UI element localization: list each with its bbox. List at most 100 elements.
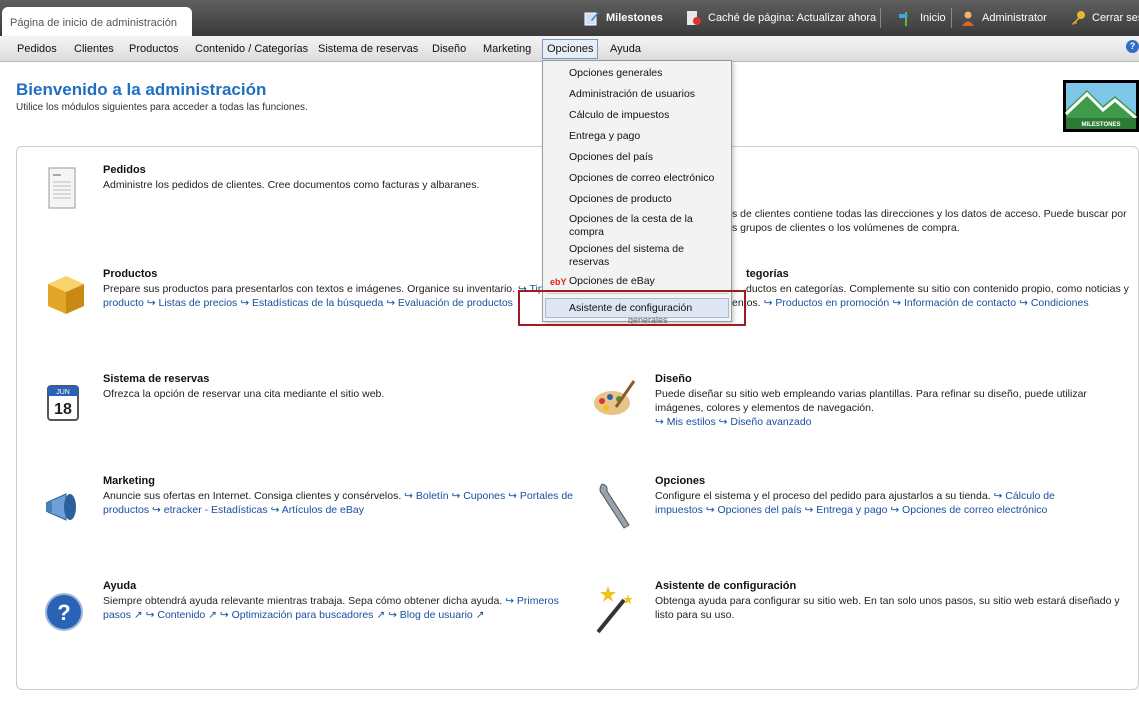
home-signpost-icon bbox=[899, 12, 908, 26]
calendar-icon: JUN 18 bbox=[46, 382, 80, 425]
module-marketing: Marketing Anuncie sus ofertas en Interne… bbox=[103, 475, 573, 517]
user-account-link[interactable]: Administrator bbox=[960, 10, 1047, 26]
module-productos-desc: Prepare sus productos para presentarlos … bbox=[103, 283, 516, 295]
svg-text:MILESTONES: MILESTONES bbox=[1082, 122, 1121, 128]
mountain-logo-icon: MILESTONES bbox=[1064, 83, 1137, 129]
module-clientes-desc-1: s de clientes contiene todas las direcci… bbox=[732, 208, 1127, 220]
dropdown-administracion-usuarios[interactable]: Administración de usuarios bbox=[569, 88, 695, 100]
module-diseno-desc-1: Puede diseñar su sitio web empleando var… bbox=[655, 388, 1087, 400]
link-evaluacion-productos[interactable]: ↪ Evaluación de productos bbox=[386, 297, 513, 309]
module-pedidos-desc: Administre los pedidos de clientes. Cree… bbox=[103, 179, 480, 191]
breadcrumb-label: Página de inicio de administración bbox=[10, 17, 177, 29]
link-blog-de-usuario[interactable]: ↪ Blog de usuario ↗ bbox=[388, 609, 484, 621]
module-pedidos-title[interactable]: Pedidos bbox=[103, 164, 543, 176]
link-calculo-de-impuestos[interactable]: ↪ Cálculo de bbox=[994, 490, 1055, 502]
module-contenido-title[interactable]: tegorías bbox=[746, 268, 1106, 280]
link-portales-de-productos[interactable]: ↪ Portales de bbox=[508, 490, 573, 502]
module-marketing-title[interactable]: Marketing bbox=[103, 475, 573, 487]
link-contenido[interactable]: ↪ Contenido ↗ bbox=[146, 609, 217, 621]
menu-contenido-categorias[interactable]: Contenido / Categorías bbox=[195, 43, 308, 55]
link-cupones[interactable]: ↪ Cupones bbox=[452, 490, 506, 502]
user-icon bbox=[962, 11, 974, 26]
top-bar: Página de inicio de administración Miles… bbox=[0, 0, 1139, 36]
module-ayuda-title[interactable]: Ayuda bbox=[103, 580, 573, 592]
shop-name-link[interactable]: Milestones bbox=[584, 10, 663, 26]
module-ayuda: Ayuda Siempre obtendrá ayuda relevante m… bbox=[103, 580, 573, 622]
breadcrumb-tab[interactable]: Página de inicio de administración bbox=[2, 7, 192, 36]
milestones-logo: MILESTONES bbox=[1063, 80, 1139, 132]
menu-sistema-de-reservas[interactable]: Sistema de reservas bbox=[318, 43, 418, 55]
link-opciones-correo[interactable]: ↪ Opciones de correo electrónico bbox=[890, 504, 1047, 516]
dropdown-opciones-producto[interactable]: Opciones de producto bbox=[569, 193, 672, 205]
module-diseno-title[interactable]: Diseño bbox=[655, 373, 1095, 385]
link-etracker[interactable]: ↪ etracker - Estadísticas bbox=[152, 504, 268, 516]
link-impuestos[interactable]: impuestos bbox=[655, 504, 703, 516]
link-productos-en-promocion[interactable]: ↪ Productos en promoción bbox=[764, 297, 890, 309]
link-opciones-del-pais[interactable]: ↪ Opciones del país bbox=[706, 504, 802, 516]
link-productos[interactable]: productos bbox=[103, 504, 149, 516]
link-informacion-de-contacto[interactable]: ↪ Información de contacto bbox=[892, 297, 1016, 309]
dropdown-opciones-ebay[interactable]: Opciones de eBay bbox=[569, 275, 655, 287]
dropdown-opciones-generales[interactable]: Opciones generales bbox=[569, 67, 662, 79]
dropdown-opciones-del-pais[interactable]: Opciones del país bbox=[569, 151, 653, 163]
module-contenido-links: entos. ↪ Productos en promoción ↪ Inform… bbox=[732, 296, 1132, 310]
dropdown-opciones-cesta[interactable]: Opciones de la cesta de la compra bbox=[569, 213, 709, 239]
link-entrega-y-pago[interactable]: ↪ Entrega y pago bbox=[804, 504, 887, 516]
key-icon bbox=[1072, 11, 1085, 25]
home-link[interactable]: Inicio bbox=[898, 10, 946, 26]
wrench-icon bbox=[596, 480, 632, 535]
menu-ayuda[interactable]: Ayuda bbox=[610, 43, 641, 55]
menu-diseno[interactable]: Diseño bbox=[432, 43, 466, 55]
link-pasos[interactable]: pasos ↗ bbox=[103, 609, 143, 621]
module-productos-title[interactable]: Productos bbox=[103, 268, 543, 280]
module-asistente: Asistente de configuración Obtenga ayuda… bbox=[655, 580, 1125, 622]
module-reservas-desc: Ofrezca la opción de reservar una cita m… bbox=[103, 388, 385, 400]
module-contenido-desc-1: ductos en categorías. Complemente su sit… bbox=[746, 283, 1129, 295]
module-reservas: Sistema de reservas Ofrezca la opción de… bbox=[103, 373, 543, 401]
module-opciones-desc: Configure el sistema y el proceso del pe… bbox=[655, 490, 991, 502]
link-producto[interactable]: producto bbox=[103, 297, 144, 309]
ebay-logo-icon: ebY bbox=[550, 277, 567, 287]
link-boletin[interactable]: ↪ Boletín bbox=[404, 490, 448, 502]
module-productos: Productos Prepare sus productos para pre… bbox=[103, 268, 544, 310]
link-estadisticas-busqueda[interactable]: ↪ Estadísticas de la búsqueda bbox=[240, 297, 383, 309]
cache-icon bbox=[687, 11, 701, 25]
page-subtitle: Utilice los módulos siguientes para acce… bbox=[16, 102, 308, 113]
invoice-document-icon bbox=[46, 166, 80, 215]
menu-clientes[interactable]: Clientes bbox=[74, 43, 114, 55]
module-opciones-title[interactable]: Opciones bbox=[655, 475, 1095, 487]
module-asistente-title[interactable]: Asistente de configuración bbox=[655, 580, 1125, 592]
link-primeros-pasos[interactable]: ↪ Primeros bbox=[505, 595, 559, 607]
dropdown-entrega-y-pago[interactable]: Entrega y pago bbox=[569, 130, 640, 142]
link-articulos-ebay[interactable]: ↪ Artículos de eBay bbox=[271, 504, 364, 516]
dropdown-opciones-correo[interactable]: Opciones de correo electrónico bbox=[569, 172, 714, 184]
link-diseno-avanzado[interactable]: ↪ Diseño avanzado bbox=[719, 416, 812, 428]
menu-productos[interactable]: Productos bbox=[129, 43, 179, 55]
logout-link[interactable]: Cerrar sesió bbox=[1070, 10, 1139, 26]
megaphone-icon bbox=[44, 490, 88, 527]
link-listas-de-precios[interactable]: ↪ Listas de precios bbox=[147, 297, 238, 309]
module-marketing-desc: Anuncie sus ofertas en Internet. Consiga… bbox=[103, 490, 402, 502]
module-opciones: Opciones Configure el sistema y el proce… bbox=[655, 475, 1095, 517]
svg-text:?: ? bbox=[57, 600, 70, 625]
link-condiciones[interactable]: ↪ Condiciones bbox=[1019, 297, 1089, 309]
page-cache-refresh-link[interactable]: Caché de página: Actualizar ahora bbox=[686, 10, 876, 26]
menu-pedidos[interactable]: Pedidos bbox=[17, 43, 57, 55]
module-diseno-desc-2: imágenes, colores y elementos de navegac… bbox=[655, 402, 874, 414]
menu-marketing[interactable]: Marketing bbox=[483, 43, 531, 55]
help-icon[interactable]: ? bbox=[1126, 40, 1139, 53]
hidden-generales-label: generales bbox=[628, 315, 668, 325]
paint-palette-icon bbox=[592, 377, 636, 424]
svg-text:18: 18 bbox=[54, 401, 72, 418]
menu-opciones[interactable]: Opciones bbox=[542, 39, 599, 59]
module-reservas-title[interactable]: Sistema de reservas bbox=[103, 373, 543, 385]
link-optimizacion-buscadores[interactable]: ↪ Optimización para buscadores ↗ bbox=[220, 609, 385, 621]
svg-text:JUN: JUN bbox=[56, 389, 70, 396]
module-asistente-desc-1: Obtenga ayuda para configurar su sitio w… bbox=[655, 595, 1120, 607]
dropdown-opciones-reservas[interactable]: Opciones del sistema de reservas bbox=[569, 243, 699, 269]
dropdown-calculo-impuestos[interactable]: Cálculo de impuestos bbox=[569, 109, 669, 121]
module-clientes-desc-2: s grupos de clientes o los volúmenes de … bbox=[732, 222, 960, 234]
link-mis-estilos[interactable]: ↪ Mis estilos bbox=[655, 416, 716, 428]
opciones-dropdown-menu: Opciones generales Administración de usu… bbox=[542, 60, 732, 322]
module-ayuda-desc: Siempre obtendrá ayuda relevante mientra… bbox=[103, 595, 503, 607]
